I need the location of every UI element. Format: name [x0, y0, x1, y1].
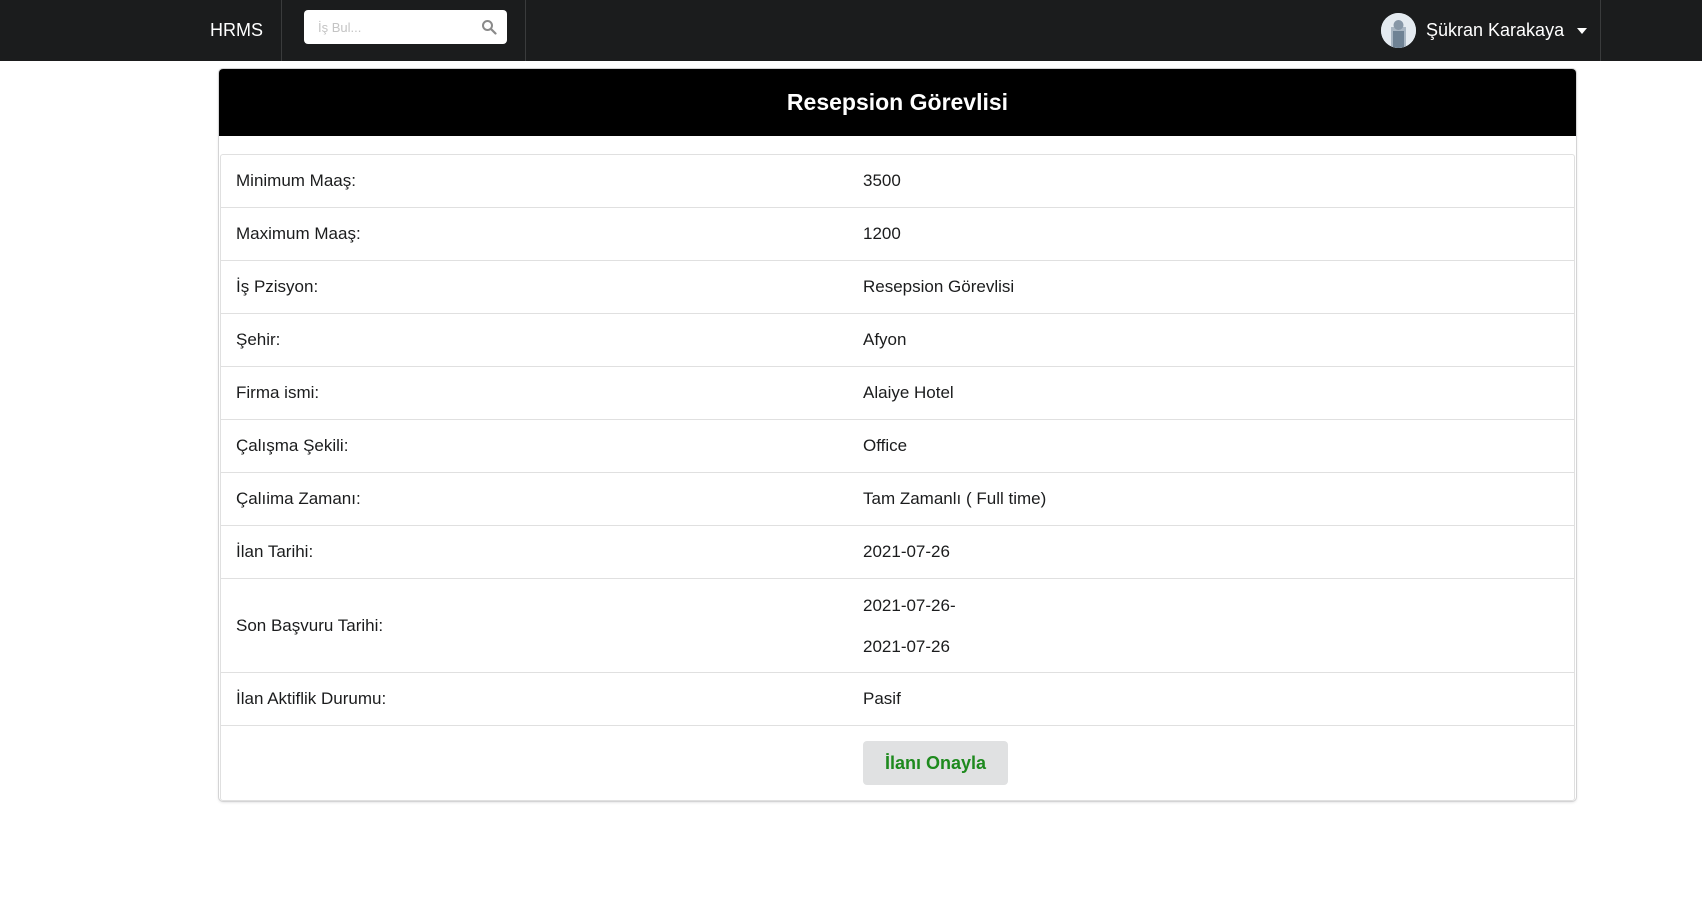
field-label: Minimum Maaş:: [236, 171, 356, 190]
avatar: [1381, 13, 1416, 48]
table-row-actions: İlanı Onayla: [221, 726, 1574, 800]
table-row-min-salary: Minimum Maaş: 3500: [221, 155, 1574, 208]
search-box: [304, 10, 507, 44]
empty-cell: [221, 726, 863, 800]
field-label: Firma ismi:: [236, 383, 320, 402]
field-label: Son Başvuru Tarihi:: [236, 615, 384, 635]
field-label: Çalıima Zamanı:: [236, 489, 361, 508]
field-value: Alaiye Hotel: [863, 383, 954, 402]
field-label: Şehir:: [236, 330, 281, 349]
field-value: Afyon: [863, 330, 907, 349]
field-value: Tam Zamanlı ( Full time): [863, 489, 1047, 508]
job-title: Resepsion Görevlisi: [786, 89, 1009, 115]
user-menu-dropdown[interactable]: Şükran Karakaya: [1370, 0, 1601, 61]
table-row-position: İş Pzisyon: Resepsion Görevlisi: [221, 261, 1574, 314]
field-value: 1200: [863, 224, 901, 243]
table-row-work-type: Çalışma Şekili: Office: [221, 420, 1574, 473]
field-label: İlan Tarihi:: [236, 542, 314, 561]
field-label: Çalışma Şekili:: [236, 436, 349, 455]
field-value: 2021-07-26: [863, 542, 950, 561]
action-cell: İlanı Onayla: [863, 726, 1574, 800]
table-row-company: Firma ismi: Alaiye Hotel: [221, 367, 1574, 420]
field-label: Maximum Maaş:: [236, 224, 361, 243]
approve-button[interactable]: İlanı Onayla: [863, 741, 1008, 785]
table-row-deadline: Son Başvuru Tarihi: 2021-07-26- 2021-07-…: [221, 579, 1574, 673]
brand-link[interactable]: HRMS: [192, 0, 282, 61]
table-row-post-date: İlan Tarihi: 2021-07-26: [221, 526, 1574, 579]
table-row-active-status: İlan Aktiflik Durumu: Pasif: [221, 673, 1574, 726]
user-name: Şükran Karakaya: [1426, 20, 1565, 40]
field-label: İş Pzisyon:: [236, 277, 319, 296]
top-navbar: HRMS Şükran Karakaya: [0, 0, 1702, 61]
card-header: Resepsion Görevlisi: [219, 69, 1576, 136]
field-value: 2021-07-26- 2021-07-26: [863, 579, 1574, 672]
status-value: Pasif: [863, 689, 901, 708]
search-section: [283, 0, 526, 61]
job-detail-card: Resepsion Görevlisi Minimum Maaş: 3500 M…: [219, 69, 1576, 801]
table-row-city: Şehir: Afyon: [221, 314, 1574, 367]
deadline-end: 2021-07-26: [863, 636, 950, 656]
search-icon[interactable]: [481, 19, 497, 35]
avatar-image: [1381, 13, 1416, 48]
search-input[interactable]: [304, 10, 474, 44]
table-row-work-time: Çalıima Zamanı: Tam Zamanlı ( Full time): [221, 473, 1574, 526]
field-value: Resepsion Görevlisi: [863, 277, 1015, 296]
job-detail-table: Minimum Maaş: 3500 Maximum Maaş: 1200 İş…: [220, 154, 1575, 801]
caret-down-icon[interactable]: [1576, 27, 1588, 35]
field-label: İlan Aktiflik Durumu:: [236, 689, 387, 708]
table-row-max-salary: Maximum Maaş: 1200: [221, 208, 1574, 261]
field-value: Office: [863, 436, 908, 455]
deadline-start: 2021-07-26-: [863, 595, 956, 615]
field-value: 3500: [863, 171, 901, 190]
